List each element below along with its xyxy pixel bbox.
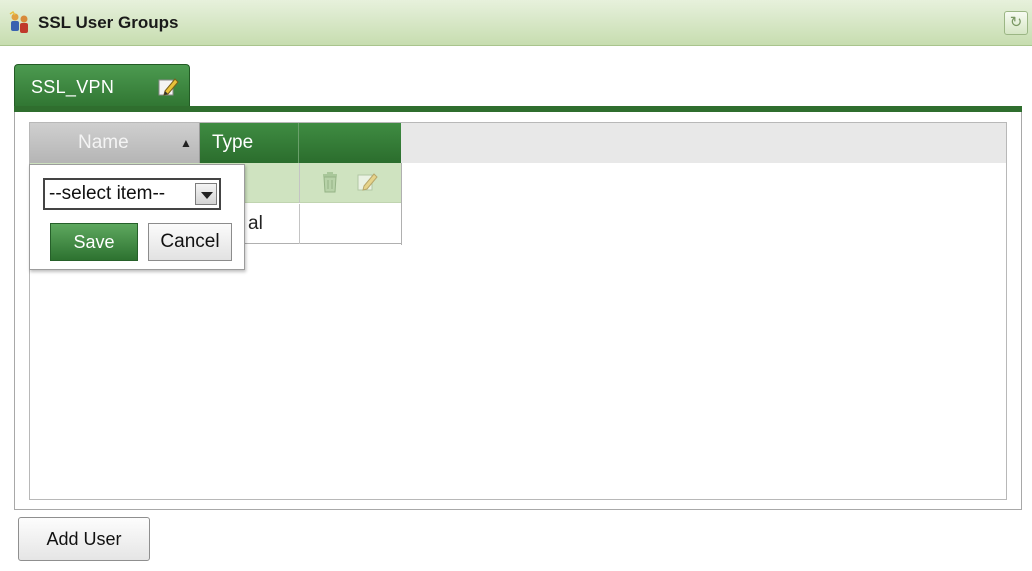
refresh-icon[interactable]: ↻ <box>1004 11 1028 35</box>
sort-ascending-icon: ▲ <box>180 136 192 150</box>
column-header-name[interactable]: Name ▲ <box>30 123 200 163</box>
column-header-type-label: Type <box>212 132 254 153</box>
add-user-button[interactable]: Add User <box>18 517 150 561</box>
chevron-down-icon[interactable] <box>195 183 217 205</box>
type-cell: al <box>248 213 263 234</box>
column-header-name-label: Name <box>78 132 129 153</box>
tab-ssl-vpn[interactable]: SSL_VPN <box>14 64 190 110</box>
tab-label: SSL_VPN <box>31 77 115 97</box>
trash-icon[interactable] <box>320 171 340 193</box>
grid-divider <box>401 163 402 245</box>
column-header-actions <box>299 123 401 163</box>
title-bar: SSL User Groups ↻ <box>0 0 1032 46</box>
edit-pencil-icon[interactable] <box>356 171 378 193</box>
column-header-type[interactable]: Type <box>200 123 299 163</box>
item-select-value: --select item-- <box>49 183 166 204</box>
save-button[interactable]: Save <box>50 223 138 261</box>
page-title: SSL User Groups <box>38 13 179 32</box>
group-users-icon <box>8 10 32 35</box>
edit-pencil-icon[interactable] <box>157 76 179 98</box>
item-select[interactable]: --select item-- <box>43 178 221 210</box>
cancel-button[interactable]: Cancel <box>148 223 232 261</box>
cell-divider <box>299 204 300 244</box>
inline-editor-popup: --select item-- Save Cancel <box>29 164 245 270</box>
cell-divider <box>299 163 300 203</box>
